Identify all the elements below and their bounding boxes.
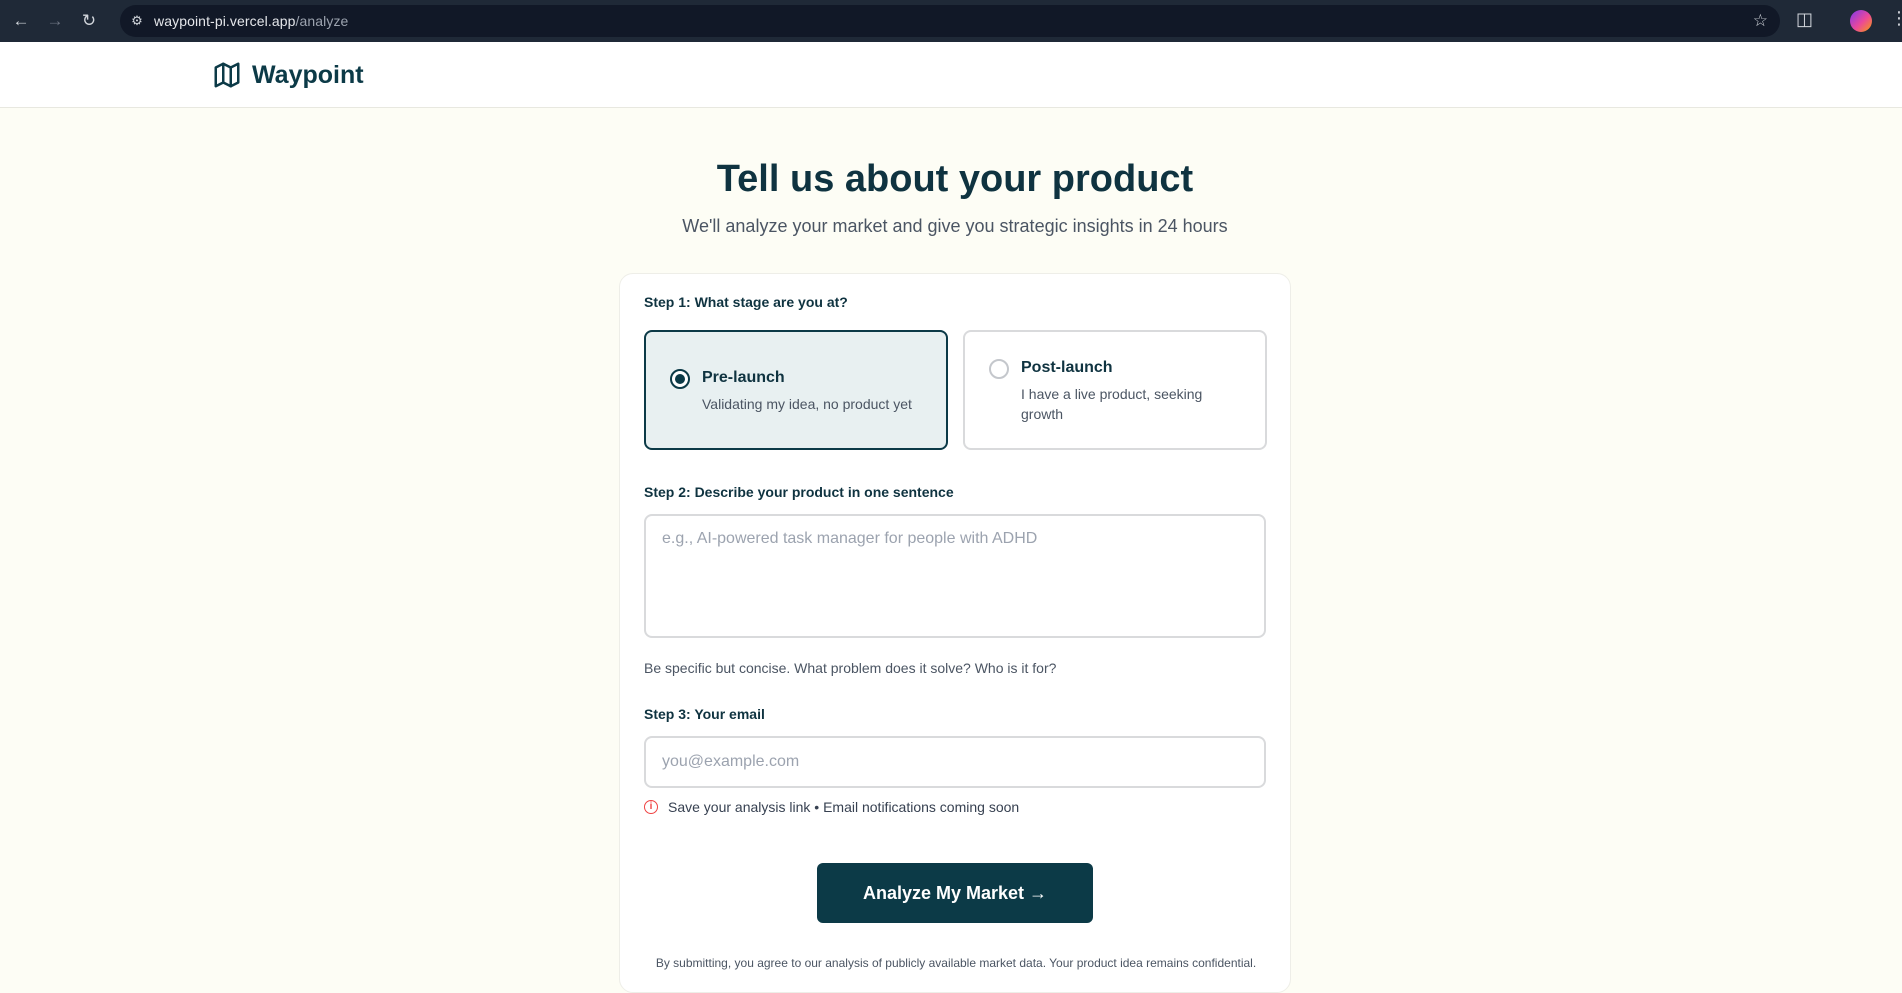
step3-label: Step 3: Your email [644,706,765,722]
step1-label: Step 1: What stage are you at? [644,294,848,310]
forward-icon[interactable]: → [38,2,72,40]
brand-logo-link[interactable]: Waypoint [212,60,364,90]
page-subtitle: We'll analyze your market and give you s… [682,216,1228,236]
option-title: Pre-launch [702,369,785,386]
nav-buttons: ← → ↻ [4,2,106,40]
brand-name: Waypoint [252,60,364,89]
info-icon: i [644,800,658,814]
analyze-market-button[interactable]: Analyze My Market → [817,863,1093,923]
main-content: Tell us about your product We'll analyze… [0,108,1902,993]
product-description-hint: Be specific but concise. What problem do… [644,660,1057,676]
email-notice-text: Save your analysis link • Email notifica… [668,799,1020,815]
map-icon [214,62,240,88]
back-icon[interactable]: ← [4,2,38,40]
step2-label: Step 2: Describe your product in one sen… [644,484,954,500]
browser-toolbar: ← → ↻ ⚙ waypoint-pi.vercel.app/analyze ☆… [0,0,1902,42]
stage-option-pre-launch[interactable]: Pre-launch Validating my idea, no produc… [644,330,948,450]
product-description-input[interactable] [644,514,1266,638]
profile-avatar[interactable] [1850,10,1872,32]
page-title: Tell us about your product [716,158,1194,200]
option-description: Validating my idea, no product yet [702,396,912,412]
option-description: I have a live product, seeking growth [1021,386,1203,422]
email-notice: i Save your analysis link • Email notifi… [644,799,1019,815]
stage-option-post-launch[interactable]: Post-launch I have a live product, seeki… [963,330,1267,450]
address-bar[interactable]: ⚙ waypoint-pi.vercel.app/analyze ☆ [120,5,1780,37]
menu-kebab-icon[interactable]: ⋮ [1890,8,1902,29]
reload-icon[interactable]: ↻ [72,2,106,40]
site-settings-icon[interactable]: ⚙ [120,13,154,29]
site-header: Waypoint [0,42,1902,108]
analyze-form-card: Step 1: What stage are you at? Pre-launc… [619,273,1291,993]
url-host: waypoint-pi.vercel.app [154,13,296,29]
privacy-fineprint: By submitting, you agree to our analysis… [655,956,1257,970]
url-text[interactable]: waypoint-pi.vercel.app/analyze [154,13,348,29]
radio-selected-icon[interactable] [670,369,690,389]
url-path: /analyze [295,13,349,29]
bookmark-star-icon[interactable]: ☆ [1753,11,1768,31]
email-input[interactable] [644,736,1266,788]
extensions-icon[interactable]: ◫ [1796,9,1813,30]
option-title: Post-launch [1021,359,1113,376]
radio-unselected-icon[interactable] [989,359,1009,379]
